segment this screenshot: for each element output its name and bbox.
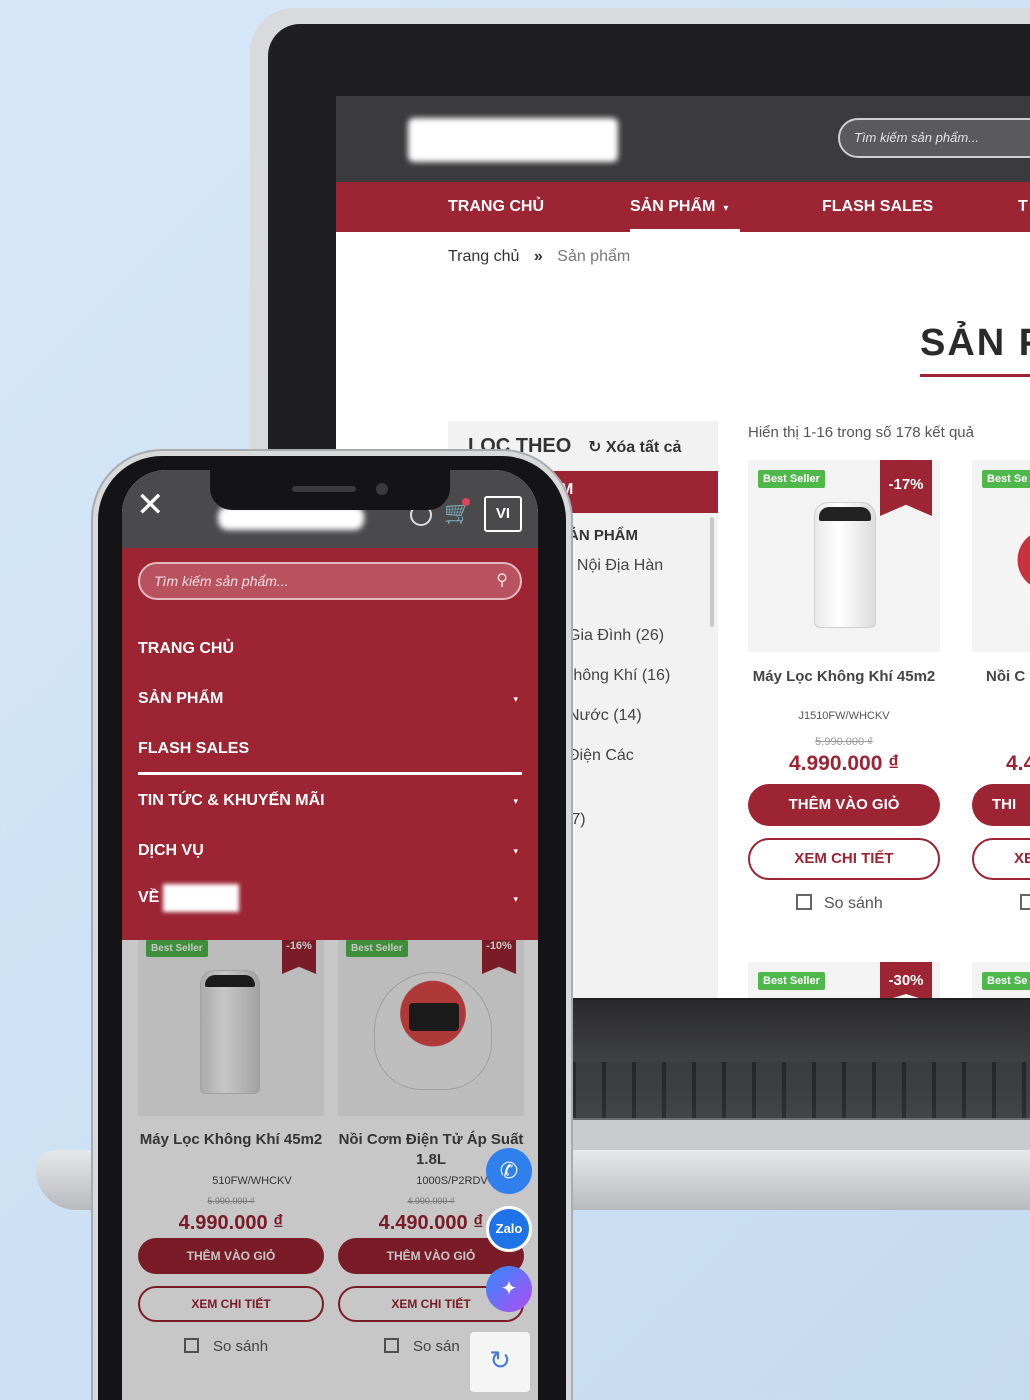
- add-to-cart-button[interactable]: THI: [972, 784, 1030, 826]
- mobile-search-input[interactable]: Tìm kiếm sản phẩm... ⚲: [138, 562, 522, 600]
- product-card: Best Seller -17% Máy Lọc Không Khí 45m2 …: [748, 460, 940, 930]
- product-image[interactable]: Best Se: [972, 460, 1030, 652]
- breadcrumb-home[interactable]: Trang chủ: [448, 248, 519, 265]
- category-bar-label: M: [560, 481, 574, 498]
- search-placeholder: Tìm kiếm sản phẩm...: [154, 573, 289, 589]
- discount-badge: -30%: [880, 962, 932, 998]
- menu-overlay-dim[interactable]: [122, 940, 538, 1400]
- rice-cooker-image: [1012, 506, 1030, 626]
- speaker-grille: [292, 486, 356, 492]
- results-count: Hiển thị 1-16 trong số 178 kết quả: [748, 424, 974, 441]
- filter-subheading: ẢN PHẨM: [568, 527, 638, 544]
- filter-category-item[interactable]: Nước (14): [568, 707, 642, 725]
- add-to-cart-button[interactable]: THÊM VÀO GIỎ: [748, 784, 940, 826]
- desktop-nav: TRANG CHỦ SẢN PHẨM ▾ FLASH SALES T: [336, 182, 1030, 232]
- menu-item-label: DỊCH VỤ: [138, 842, 204, 859]
- nav-label: SẢN PHẨM: [630, 198, 716, 215]
- filter-category-item[interactable]: (7): [566, 811, 586, 829]
- page-title: SẢN P: [920, 322, 1030, 364]
- chevron-down-icon[interactable]: ▾: [513, 796, 518, 807]
- phone-notch: [210, 470, 450, 510]
- nav-label: T: [1018, 198, 1028, 215]
- mobile-header: ✕ 🛒 VI: [122, 470, 538, 548]
- nav-san-pham[interactable]: SẢN PHẨM ▾: [630, 182, 740, 232]
- zalo-chat-button[interactable]: Zalo: [486, 1206, 532, 1252]
- product-price: 4.990.000 ₫: [788, 752, 900, 775]
- refresh-icon: ↻: [588, 439, 602, 456]
- compare-checkbox[interactable]: [796, 894, 812, 910]
- nav-label: FLASH SALES: [822, 198, 934, 215]
- best-seller-badge: Best Se: [982, 470, 1030, 488]
- brand-logo-redacted[interactable]: [408, 118, 618, 162]
- best-seller-badge: Best Seller: [758, 972, 825, 990]
- discount-badge: -17%: [880, 460, 932, 516]
- active-menu-underline: [138, 772, 522, 775]
- air-purifier-image: [814, 502, 876, 628]
- menu-item-tin-tuc[interactable]: TIN TỨC & KHUYẾN MÃI ▾: [138, 792, 522, 810]
- old-price: 5.990.000 ₫: [815, 736, 873, 748]
- clear-all-button[interactable]: ↻ Xóa tất cả: [588, 437, 681, 457]
- menu-item-label: TRANG CHỦ: [138, 640, 234, 657]
- phone-call-icon[interactable]: ✆: [486, 1148, 532, 1194]
- breadcrumb: Trang chủ » Sản phẩm: [448, 248, 630, 266]
- recaptcha-icon[interactable]: ↻: [470, 1332, 530, 1392]
- nav-trang-chu[interactable]: TRANG CHỦ: [448, 182, 544, 232]
- chevron-down-icon[interactable]: ▾: [513, 694, 518, 705]
- menu-item-ve[interactable]: VỀ ▾: [138, 884, 522, 912]
- clear-all-label: Xóa tất cả: [605, 439, 682, 456]
- product-card: Best Se Nồi C 4.4 THI XE: [972, 460, 1030, 930]
- front-camera: [376, 483, 388, 495]
- product-name[interactable]: Máy Lọc Không Khí 45m2: [748, 666, 940, 687]
- language-switch[interactable]: VI: [484, 496, 522, 532]
- cart-notification-dot: [462, 498, 470, 506]
- product-name[interactable]: Nồi C: [986, 666, 1030, 687]
- filter-category-item[interactable]: Điện Các: [568, 747, 634, 765]
- menu-item-dich-vu[interactable]: DỊCH VỤ ▾: [138, 842, 522, 860]
- brand-name-redacted: [163, 884, 240, 912]
- phone-screen: ✕ 🛒 VI Tìm kiếm sản phẩm... ⚲ TRANG CHỦ …: [122, 470, 538, 1400]
- desktop-header: Tìm kiếm sản phẩm...: [336, 96, 1030, 182]
- mobile-menu: Tìm kiếm sản phẩm... ⚲ TRANG CHỦ SẢN PHẨ…: [122, 548, 538, 940]
- best-seller-badge: Best Se: [982, 972, 1030, 990]
- close-icon[interactable]: ✕: [136, 488, 165, 522]
- menu-item-label: SẢN PHẨM: [138, 690, 224, 707]
- menu-item-label: TIN TỨC & KHUYẾN MÃI: [138, 792, 325, 809]
- compare-label: So sánh: [824, 895, 883, 912]
- menu-item-san-pham[interactable]: SẢN PHẨM ▾: [138, 690, 522, 708]
- view-details-button[interactable]: XEM CHI TIẾT: [748, 838, 940, 880]
- menu-item-label: VỀ: [138, 889, 160, 907]
- nav-flash-sales[interactable]: FLASH SALES: [822, 182, 933, 232]
- menu-item-label: FLASH SALES: [138, 740, 250, 757]
- chevron-down-icon[interactable]: ▾: [513, 846, 518, 857]
- breadcrumb-current: Sản phẩm: [557, 248, 631, 265]
- compare-checkbox[interactable]: [1020, 894, 1030, 910]
- filter-heading: LỌC THEO: [468, 435, 572, 457]
- compare-toggle[interactable]: [1020, 894, 1030, 913]
- breadcrumb-separator-icon: »: [533, 248, 543, 265]
- product-card: Best Seller -30%: [748, 962, 940, 998]
- nav-label: TRANG CHỦ: [448, 198, 544, 215]
- compare-toggle[interactable]: So sánh: [796, 894, 883, 913]
- desktop-search-input[interactable]: Tìm kiếm sản phẩm...: [838, 118, 1030, 158]
- search-icon[interactable]: ⚲: [496, 564, 508, 598]
- messenger-icon[interactable]: ✦: [486, 1266, 532, 1312]
- best-seller-badge: Best Seller: [758, 470, 825, 488]
- filter-category-item[interactable]: ı Nội Địa Hàn: [568, 557, 663, 575]
- menu-item-flash-sales[interactable]: FLASH SALES: [138, 740, 522, 758]
- chevron-down-icon: ▾: [723, 203, 729, 214]
- product-price: 4.4: [1006, 752, 1030, 775]
- product-card: Best Se: [972, 962, 1030, 998]
- chevron-down-icon[interactable]: ▾: [513, 894, 518, 905]
- filter-scrollbar[interactable]: [710, 517, 714, 627]
- product-sku: J1510FW/WHCKV: [798, 710, 890, 722]
- product-image[interactable]: Best Seller -17%: [748, 460, 940, 652]
- menu-item-trang-chu[interactable]: TRANG CHỦ: [138, 640, 522, 658]
- view-details-button[interactable]: XE: [972, 838, 1030, 880]
- filter-category-item[interactable]: Gia Đình (26): [568, 627, 664, 645]
- title-underline: [920, 374, 1030, 377]
- filter-category-item[interactable]: ˈhông Khí (16): [568, 667, 670, 685]
- nav-tin-tuc[interactable]: T: [1018, 182, 1028, 232]
